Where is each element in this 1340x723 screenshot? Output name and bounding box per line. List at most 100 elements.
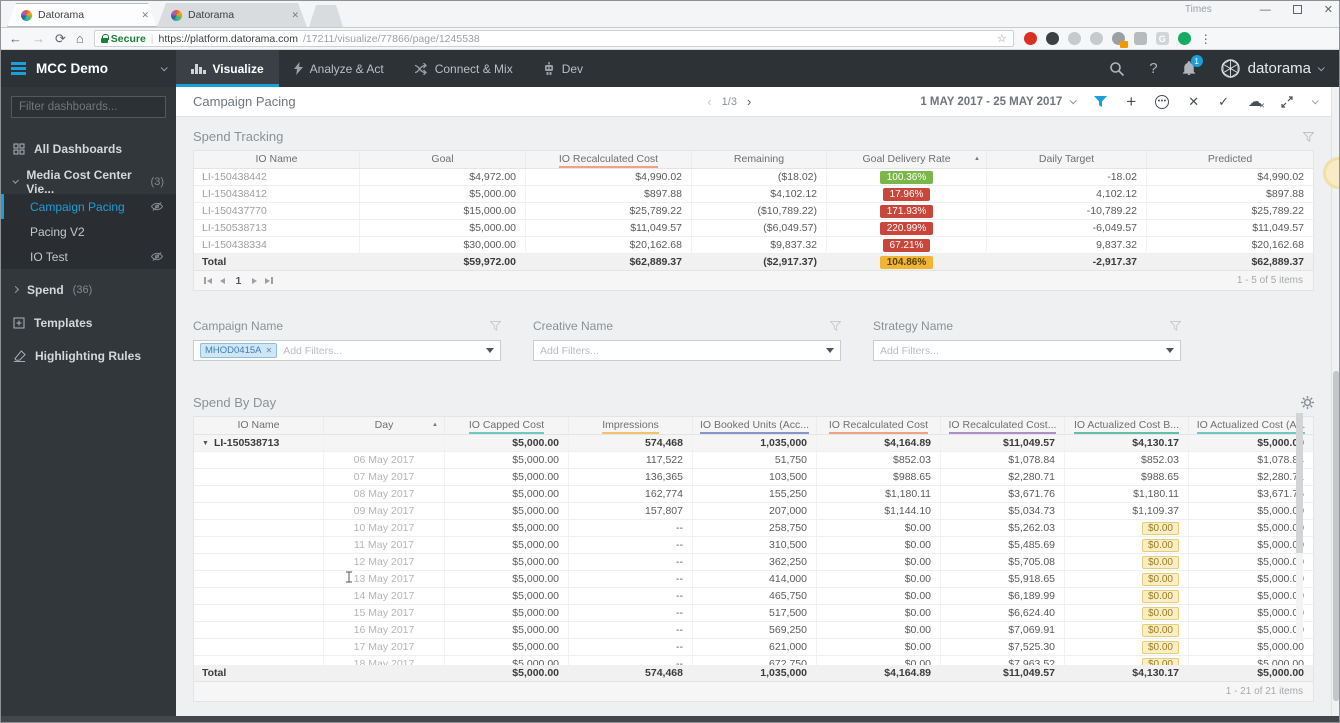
filter-input[interactable]: Add Filters... <box>533 340 841 361</box>
widget-filter-icon[interactable] <box>1170 321 1181 331</box>
table-row[interactable]: LI-150438442 $4,972.00 $4,990.02 ($18.02) 10… <box>194 169 1313 186</box>
dropdown-caret-icon[interactable] <box>1166 348 1174 353</box>
prev-page-icon[interactable] <box>219 277 225 284</box>
sidebar-group-media-cost-center[interactable]: Media Cost Center Vie... (3) <box>1 168 176 196</box>
column-header[interactable]: Daily Target <box>987 151 1147 168</box>
table-total-row[interactable]: Total $59,972.00 $62,889.37 ($2,917.37) 104.… <box>194 254 1313 270</box>
widget-filter-icon[interactable] <box>830 321 841 331</box>
extension-icon[interactable] <box>1067 32 1081 45</box>
extension-icon[interactable] <box>1133 32 1147 45</box>
address-bar[interactable]: Secure | https://platform.datorama.com/1… <box>93 30 1014 47</box>
table-row[interactable]: LI-150437770 $15,000.00 $25,789.22 ($10,789… <box>194 203 1313 220</box>
fullscreen-icon[interactable] <box>1281 95 1293 108</box>
column-header[interactable]: Impressions <box>569 417 693 434</box>
remove-chip-icon[interactable]: ✕ <box>266 346 273 355</box>
table-row[interactable]: 12 May 2017 $5,000.00 -- 362,250 $0.00 $5,705… <box>194 554 1313 571</box>
table-row[interactable]: 17 May 2017 $5,000.00 -- 621,000 $0.00 $7,525… <box>194 639 1313 656</box>
current-page[interactable]: 1 <box>233 275 245 287</box>
table-scrollbar[interactable] <box>1296 413 1303 641</box>
filter-dashboards-input[interactable] <box>11 96 166 118</box>
column-header[interactable]: Day ▲ <box>324 417 445 434</box>
search-icon[interactable] <box>1109 61 1125 77</box>
secure-badge[interactable]: Secure <box>100 33 146 45</box>
column-header[interactable]: Predicted <box>1147 151 1313 168</box>
close-icon[interactable]: ✕ <box>1188 94 1199 110</box>
brand-menu[interactable]: datorama <box>1220 58 1325 79</box>
table-row[interactable]: 15 May 2017 $5,000.00 -- 517,500 $0.00 $6,624… <box>194 605 1313 622</box>
sidebar-item-highlighting-rules[interactable]: Highlighting Rules <box>1 343 176 368</box>
check-icon[interactable]: ✓ <box>1218 94 1229 110</box>
table-row[interactable]: 08 May 2017 $5,000.00 162,774 155,250 $1,180… <box>194 486 1313 503</box>
extension-icon[interactable] <box>1111 32 1128 48</box>
comment-icon[interactable]: ••• <box>1155 94 1170 109</box>
table-row[interactable]: 11 May 2017 $5,000.00 -- 310,500 $0.00 $5,485… <box>194 537 1313 554</box>
dropdown-caret-icon[interactable] <box>826 348 834 353</box>
column-header[interactable]: Goal <box>360 151 526 168</box>
notifications-bell[interactable]: 1 <box>1182 55 1203 76</box>
filter-icon[interactable] <box>1094 95 1108 108</box>
table-row[interactable]: 14 May 2017 $5,000.00 -- 465,750 $0.00 $6,189… <box>194 588 1313 605</box>
table-total-row[interactable]: Total $5,000.00 574,468 1,035,000 $4,164.89 $… <box>194 665 1313 681</box>
tab-visualize[interactable]: Visualize <box>176 50 279 87</box>
last-page-icon[interactable] <box>265 277 273 284</box>
close-window-button[interactable]: ✕ <box>1324 3 1333 16</box>
column-header[interactable]: IO Name <box>194 151 360 168</box>
date-range-picker[interactable]: 1 MAY 2017 - 25 MAY 2017 <box>920 96 1077 108</box>
next-page-icon[interactable]: › <box>747 94 751 109</box>
hamburger-icon[interactable] <box>11 62 26 75</box>
dropdown-caret-icon[interactable] <box>486 348 494 353</box>
filter-input[interactable]: Add Filters... <box>873 340 1181 361</box>
column-header[interactable]: IO Booked Units (Acc... <box>693 417 817 434</box>
extension-icon[interactable] <box>1177 32 1191 45</box>
sidebar-item-io-test[interactable]: IO Test <box>1 244 176 269</box>
browser-menu-icon[interactable]: ⋮ <box>1200 32 1213 46</box>
column-header[interactable]: IO Recalculated Cost... <box>941 417 1065 434</box>
extension-icon[interactable] <box>1045 32 1059 45</box>
forward-icon[interactable]: → <box>32 32 45 45</box>
back-icon[interactable]: ← <box>9 32 22 45</box>
table-row[interactable]: 06 May 2017 $5,000.00 117,522 51,750 $852.03… <box>194 452 1313 469</box>
sidebar-group-spend[interactable]: Spend (36) <box>1 277 176 302</box>
widget-filter-icon[interactable] <box>1303 131 1314 142</box>
table-row[interactable]: LI-150438334 $30,000.00 $20,162.68 $9,837.3… <box>194 237 1313 254</box>
column-header[interactable]: IO Capped Cost <box>445 417 569 434</box>
table-row[interactable]: LI-150538713 $5,000.00 $11,049.57 ($6,049.5… <box>194 220 1313 237</box>
table-group-row[interactable]: ▼ LI-150538713 $5,000.00 574,468 1,035,000 $4… <box>194 435 1313 452</box>
bookmark-star-icon[interactable]: ☆ <box>997 32 1007 45</box>
column-header[interactable]: IO Recalculated Cost <box>817 417 941 434</box>
filter-input[interactable]: MHOD0415A ✕ Add Filters... <box>193 340 501 361</box>
extension-icon[interactable]: G <box>1155 32 1169 45</box>
widget-settings-gear-icon[interactable] <box>1301 396 1314 409</box>
add-widget-icon[interactable]: + <box>1126 92 1136 112</box>
column-header[interactable]: IO Recalculated Cost <box>526 151 692 168</box>
tab-close-icon[interactable]: ✕ <box>291 10 299 21</box>
table-row[interactable]: LI-150438412 $5,000.00 $897.88 $4,102.12 17.… <box>194 186 1313 203</box>
table-row[interactable]: 18 May 2017 $5,000.00 -- 672,750 $0.00 $7,963… <box>194 656 1313 665</box>
column-header[interactable]: Remaining <box>692 151 827 168</box>
home-icon[interactable]: ⌂ <box>76 32 84 45</box>
column-header[interactable]: Goal Delivery Rate ▲ <box>827 151 987 168</box>
new-tab-button[interactable] <box>309 5 343 27</box>
column-header[interactable]: IO Actualized Cost (A... <box>1189 417 1313 434</box>
browser-tab-1[interactable]: Datorama ✕ <box>7 3 157 27</box>
sidebar-item-all-dashboards[interactable]: All Dashboards <box>1 136 176 161</box>
collapse-arrow-icon[interactable]: ▼ <box>202 440 209 447</box>
refresh-icon[interactable]: ⟳ <box>55 32 66 45</box>
column-header[interactable]: IO Actualized Cost B... <box>1065 417 1189 434</box>
help-icon[interactable]: ? <box>1149 60 1157 77</box>
next-page-icon[interactable] <box>252 277 258 284</box>
browser-tab-2[interactable]: Datorama ✕ <box>157 3 307 27</box>
prev-page-icon[interactable]: ‹ <box>707 94 711 109</box>
tab-dev[interactable]: Dev <box>528 50 598 87</box>
sidebar-item-campaign-pacing[interactable]: Campaign Pacing <box>1 194 176 219</box>
tab-close-icon[interactable]: ✕ <box>141 10 149 21</box>
tab-analyze-act[interactable]: Analyze & Act <box>279 50 399 87</box>
table-row[interactable]: 16 May 2017 $5,000.00 -- 569,250 $0.00 $7,069… <box>194 622 1313 639</box>
sidebar-item-pacing-v2[interactable]: Pacing V2 <box>1 219 176 244</box>
cloud-sync-icon[interactable]: ☁ ✕ <box>1248 93 1265 110</box>
workspace-switcher[interactable]: MCC Demo <box>1 50 176 87</box>
table-row[interactable]: 10 May 2017 $5,000.00 -- 258,750 $0.00 $5,262… <box>194 520 1313 537</box>
restore-button[interactable] <box>1292 5 1302 14</box>
tab-connect-mix[interactable]: Connect & Mix <box>399 50 528 87</box>
sidebar-item-templates[interactable]: Templates <box>1 310 176 335</box>
